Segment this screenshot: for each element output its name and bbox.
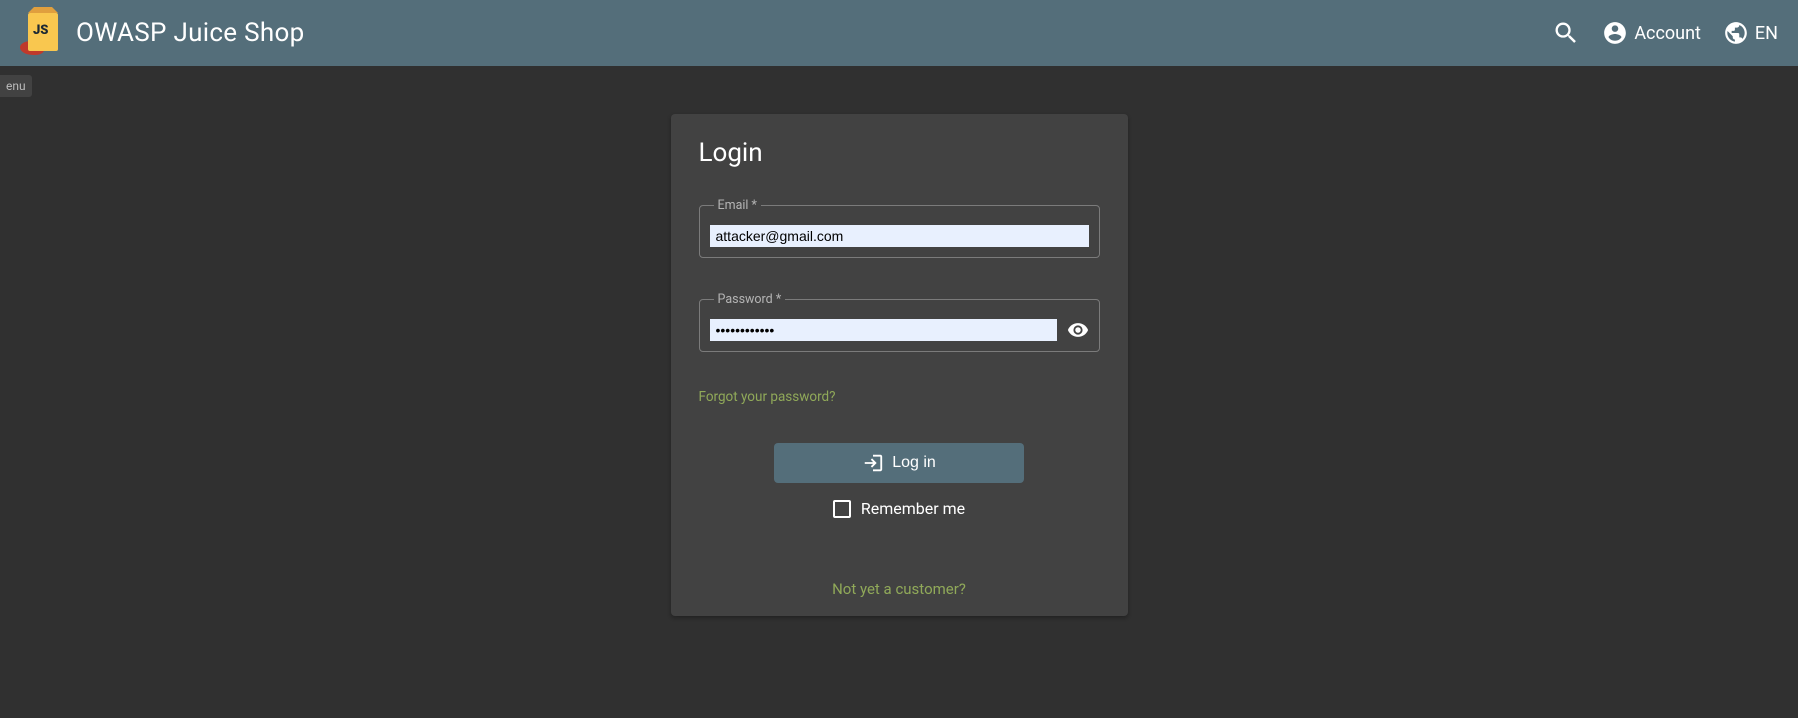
email-input[interactable] [710, 225, 1089, 247]
eye-icon [1067, 319, 1089, 341]
login-icon [862, 452, 884, 474]
remember-me-checkbox[interactable] [833, 500, 851, 518]
password-field-wrap: Password * [699, 292, 1100, 352]
password-label: Password * [714, 292, 786, 307]
login-actions: Log in Remember me [699, 443, 1100, 518]
register-link[interactable]: Not yet a customer? [699, 580, 1100, 598]
account-circle-icon [1602, 20, 1628, 46]
email-label: Email * [714, 198, 761, 213]
email-field-wrap: Email * [699, 198, 1100, 258]
app-header: JS OWASP Juice Shop Account EN [0, 0, 1798, 66]
forgot-password-link[interactable]: Forgot your password? [699, 389, 836, 405]
login-card: Login Email * Password * [671, 114, 1128, 616]
remember-me-row: Remember me [833, 499, 965, 518]
search-icon [1552, 19, 1580, 47]
account-button[interactable]: Account [1602, 20, 1701, 46]
globe-icon [1723, 20, 1749, 46]
toggle-password-visibility-button[interactable] [1067, 319, 1089, 341]
header-right: Account EN [1552, 19, 1778, 47]
login-button-label: Log in [892, 454, 936, 472]
search-button[interactable] [1552, 19, 1580, 47]
juice-shop-logo[interactable]: JS [20, 11, 64, 55]
header-left: JS OWASP Juice Shop [20, 11, 305, 55]
login-button[interactable]: Log in [774, 443, 1024, 483]
app-title[interactable]: OWASP Juice Shop [76, 18, 305, 48]
sidebar-slice[interactable]: enu [0, 75, 32, 97]
account-label: Account [1634, 23, 1701, 44]
language-button[interactable]: EN [1723, 20, 1778, 46]
language-label: EN [1755, 23, 1778, 44]
password-input[interactable] [710, 319, 1057, 341]
main-content: Login Email * Password * [0, 66, 1798, 616]
remember-me-label: Remember me [861, 499, 965, 518]
login-title: Login [699, 138, 1100, 168]
